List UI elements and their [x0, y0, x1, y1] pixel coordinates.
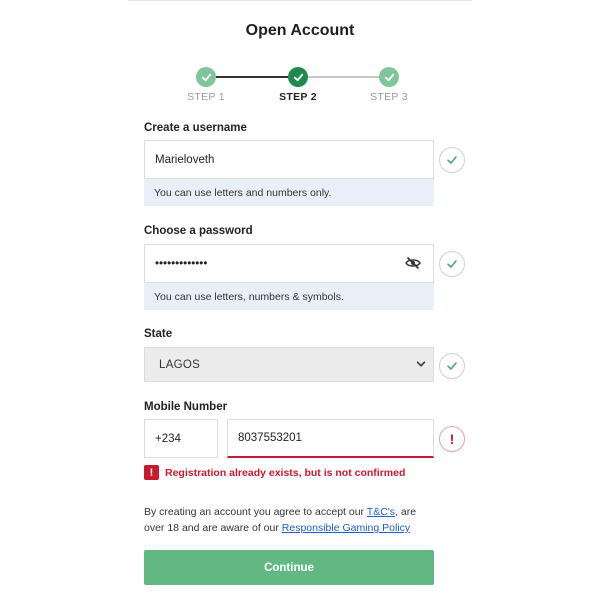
tc-link[interactable]: T&C's: [367, 506, 395, 518]
eye-slash-icon[interactable]: [405, 256, 421, 270]
step-1-label: STEP 1: [187, 91, 225, 103]
step-3-check-icon: [379, 67, 399, 87]
terms-text: By creating an account you agree to acce…: [144, 504, 434, 536]
mobile-number-input[interactable]: 8037553201: [227, 419, 434, 458]
step-1-check-icon: [196, 67, 216, 87]
exclamation-icon: !: [439, 426, 465, 452]
state-selected-value: LAGOS: [159, 358, 201, 371]
error-message: Registration already exists, but is not …: [165, 466, 406, 479]
state-label: State: [144, 328, 173, 340]
username-input[interactable]: Marieloveth: [144, 140, 434, 179]
state-select[interactable]: LAGOS: [144, 347, 434, 382]
continue-button[interactable]: Continue: [144, 550, 434, 585]
step-connector-2: [308, 76, 380, 78]
chevron-down-icon: [416, 361, 426, 367]
terms-text-1: By creating an account you agree to acce…: [144, 506, 367, 518]
password-label: Choose a password: [144, 225, 253, 237]
step-2-label: STEP 2: [279, 91, 317, 103]
state-check-icon: [439, 353, 465, 379]
mobile-error: ! Registration already exists, but is no…: [144, 465, 405, 480]
step-3-label: STEP 3: [370, 91, 408, 103]
username-check-icon: [439, 147, 465, 173]
mobile-label: Mobile Number: [144, 401, 228, 413]
page-title: Open Account: [245, 22, 355, 39]
username-hint: You can use letters and numbers only.: [144, 179, 434, 206]
step-2-check-icon: [288, 67, 308, 87]
responsible-gaming-link[interactable]: Responsible Gaming Policy: [282, 522, 410, 534]
password-hint: You can use letters, numbers & symbols.: [144, 283, 434, 310]
step-connector-1: [216, 76, 288, 78]
username-label: Create a username: [144, 122, 247, 134]
password-input[interactable]: •••••••••••••: [144, 244, 434, 283]
password-check-icon: [439, 251, 465, 277]
error-badge-icon: !: [144, 465, 159, 480]
country-code-input[interactable]: +234: [144, 419, 218, 458]
